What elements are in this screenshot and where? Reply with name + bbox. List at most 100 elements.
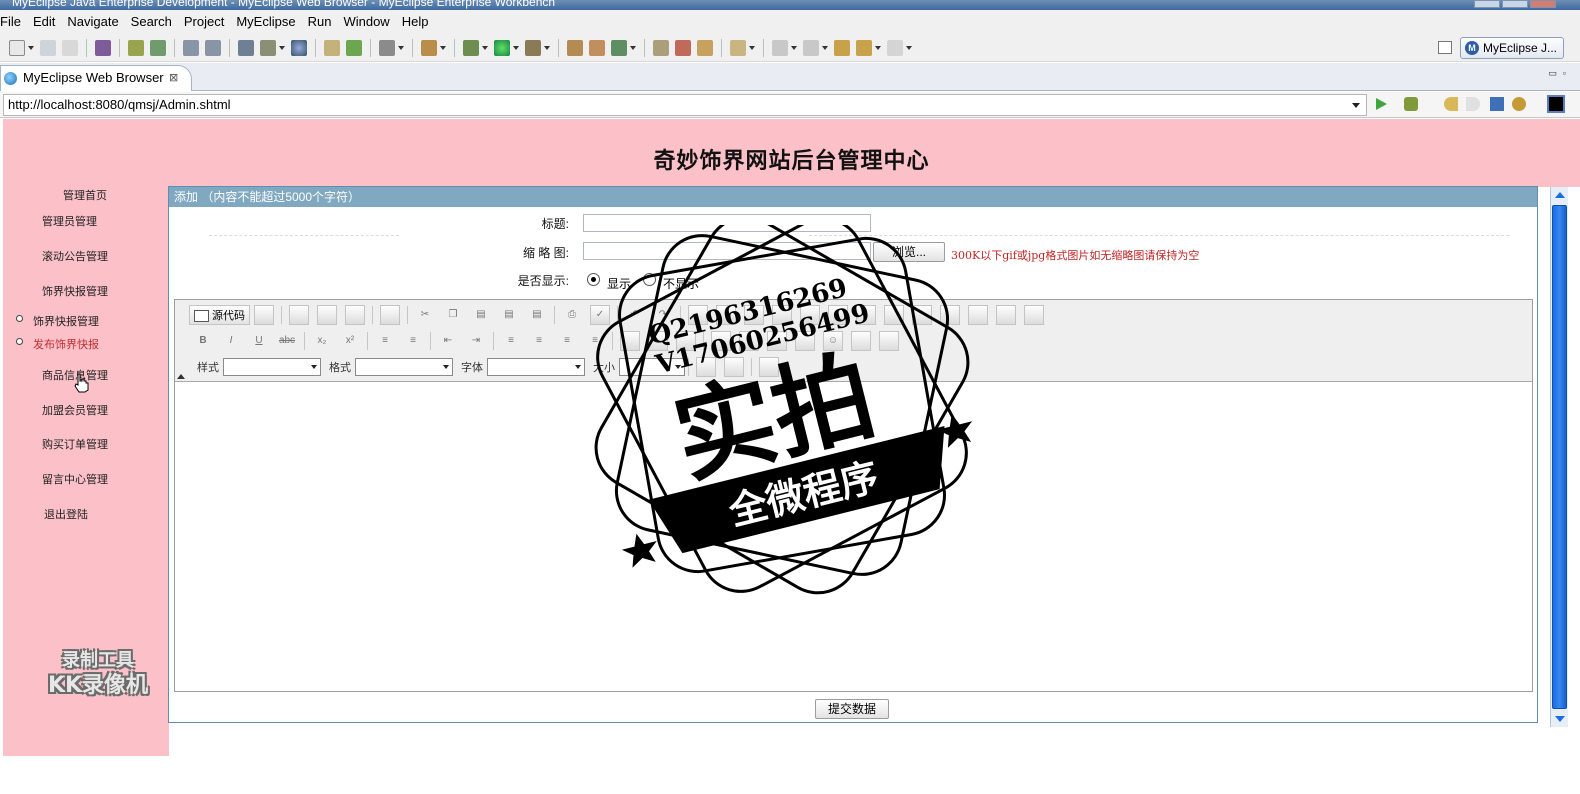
- new-interface-icon[interactable]: [589, 39, 605, 56]
- new-page-icon[interactable]: [317, 305, 337, 325]
- next-annotation-icon[interactable]: [772, 39, 788, 56]
- console-icon[interactable]: [1547, 95, 1565, 113]
- ordered-list-icon[interactable]: ≡: [375, 331, 395, 351]
- external-tools-icon[interactable]: [525, 39, 541, 56]
- sidebar-item-home[interactable]: 管理首页: [63, 187, 107, 203]
- rocket-icon[interactable]: [675, 39, 691, 56]
- perspective-button[interactable]: M MyEclipse J...: [1460, 37, 1564, 59]
- run-icon[interactable]: [494, 39, 510, 56]
- menu-file[interactable]: File: [0, 10, 27, 34]
- sidebar-item-orders[interactable]: 购买订单管理: [42, 436, 108, 452]
- source-code-button[interactable]: 源代码: [189, 305, 250, 325]
- print-doc-icon[interactable]: ⎙: [562, 305, 582, 325]
- globe-icon[interactable]: [291, 39, 307, 56]
- paste-word-icon[interactable]: ▤: [527, 305, 547, 325]
- templates-icon[interactable]: [380, 305, 400, 325]
- bold-icon[interactable]: B: [193, 331, 213, 351]
- image-button-icon[interactable]: [996, 305, 1016, 325]
- url-dropdown-icon[interactable]: [1352, 103, 1360, 108]
- unordered-list-icon[interactable]: ≡: [403, 331, 423, 351]
- favorites-icon[interactable]: [1404, 97, 1418, 111]
- hidden-field-icon[interactable]: [1024, 305, 1044, 325]
- browser-forward-icon[interactable]: [1466, 97, 1480, 111]
- open-perspective-icon[interactable]: [1438, 41, 1452, 54]
- preview-icon[interactable]: [254, 305, 274, 325]
- refresh-icon[interactable]: [611, 39, 627, 56]
- tab-web-browser[interactable]: MyEclipse Web Browser ⊠: [0, 65, 192, 91]
- italic-icon[interactable]: I: [221, 331, 241, 351]
- style-select[interactable]: [223, 358, 321, 376]
- browser-back-icon[interactable]: [1444, 97, 1458, 111]
- save-icon[interactable]: [40, 39, 56, 56]
- sidebar-item-members[interactable]: 加盟会员管理: [42, 402, 108, 418]
- sidebar-subitem-news-manage[interactable]: 饰界快报管理: [33, 313, 99, 329]
- underline-icon[interactable]: U: [249, 331, 269, 351]
- sidebar-item-logout[interactable]: 退出登陆: [44, 506, 88, 522]
- align-right-icon[interactable]: ≡: [557, 331, 577, 351]
- copy-icon[interactable]: ❐: [443, 305, 463, 325]
- search-icon[interactable]: [205, 39, 221, 56]
- cut-icon[interactable]: ✂: [415, 305, 435, 325]
- indent-icon[interactable]: ⇥: [466, 331, 486, 351]
- open-type-icon[interactable]: [653, 39, 669, 56]
- vertical-scrollbar[interactable]: [1550, 187, 1568, 727]
- new-icon[interactable]: [9, 39, 25, 56]
- paste-icon[interactable]: ▤: [471, 305, 491, 325]
- view-minmax-icons[interactable]: ▭▫: [1548, 68, 1572, 79]
- menu-edit[interactable]: Edit: [27, 10, 61, 34]
- save-doc-icon[interactable]: [289, 305, 309, 325]
- outdent-icon[interactable]: ⇤: [438, 331, 458, 351]
- server-icon[interactable]: [150, 39, 166, 56]
- sidebar-item-news[interactable]: 饰界快报管理: [42, 283, 108, 299]
- prev-annotation-icon[interactable]: [803, 39, 819, 56]
- wizard-icon[interactable]: [183, 39, 199, 56]
- url-input[interactable]: http://localhost:8080/qmsj/Admin.shtml: [3, 94, 1367, 116]
- package-icon[interactable]: [95, 39, 111, 56]
- menu-help[interactable]: Help: [396, 10, 435, 34]
- minimize-button[interactable]: [1474, 0, 1500, 8]
- print-icon[interactable]: [62, 39, 78, 56]
- menu-run[interactable]: Run: [302, 10, 338, 34]
- subscript-icon[interactable]: x₂: [312, 331, 332, 351]
- camera-icon[interactable]: [379, 39, 395, 56]
- menu-project[interactable]: Project: [178, 10, 230, 34]
- sidebar-item-announcements[interactable]: 滚动公告管理: [42, 248, 108, 264]
- folder-nav-icon[interactable]: [730, 39, 746, 56]
- new-jsp-icon[interactable]: [260, 39, 276, 56]
- open-resource-icon[interactable]: [697, 39, 713, 56]
- close-tab-icon[interactable]: ⊠: [169, 66, 178, 90]
- scroll-up-icon[interactable]: [1555, 192, 1565, 198]
- menu-navigate[interactable]: Navigate: [61, 10, 124, 34]
- paste-text-icon[interactable]: ▤: [499, 305, 519, 325]
- maximize-button[interactable]: [1502, 0, 1528, 8]
- close-window-button[interactable]: [1530, 0, 1556, 8]
- add-icon[interactable]: [346, 39, 362, 56]
- menu-myeclipse[interactable]: MyEclipse: [230, 10, 301, 34]
- menu-search[interactable]: Search: [125, 10, 178, 34]
- reload-icon[interactable]: [1512, 97, 1526, 111]
- font-select[interactable]: [487, 358, 585, 376]
- strike-icon[interactable]: abc: [277, 331, 297, 351]
- align-left-icon[interactable]: ≡: [501, 331, 521, 351]
- scroll-thumb[interactable]: [1552, 205, 1567, 709]
- forward-arrow-icon[interactable]: [887, 39, 903, 56]
- submit-button[interactable]: 提交数据: [815, 699, 889, 719]
- new-package-icon[interactable]: [421, 39, 437, 56]
- last-edit-icon[interactable]: [834, 39, 850, 56]
- sidebar-subitem-news-publish[interactable]: 发布饰界快报: [33, 336, 99, 352]
- back-arrow-icon[interactable]: [856, 39, 872, 56]
- go-icon[interactable]: [1376, 98, 1387, 110]
- debug-icon[interactable]: [463, 39, 479, 56]
- stop-icon[interactable]: [1490, 97, 1504, 111]
- collapse-toolbar-icon[interactable]: [177, 374, 185, 379]
- debug-server-icon[interactable]: [128, 39, 144, 56]
- align-center-icon[interactable]: ≡: [529, 331, 549, 351]
- preview-page-icon[interactable]: [345, 305, 365, 325]
- sidebar-item-messages[interactable]: 留言中心管理: [42, 471, 108, 487]
- deploy-icon[interactable]: [238, 39, 254, 56]
- new-class-icon[interactable]: [567, 39, 583, 56]
- scroll-down-icon[interactable]: [1555, 716, 1565, 722]
- open-folder-icon[interactable]: [324, 39, 340, 56]
- format-select[interactable]: [355, 358, 453, 376]
- superscript-icon[interactable]: x²: [340, 331, 360, 351]
